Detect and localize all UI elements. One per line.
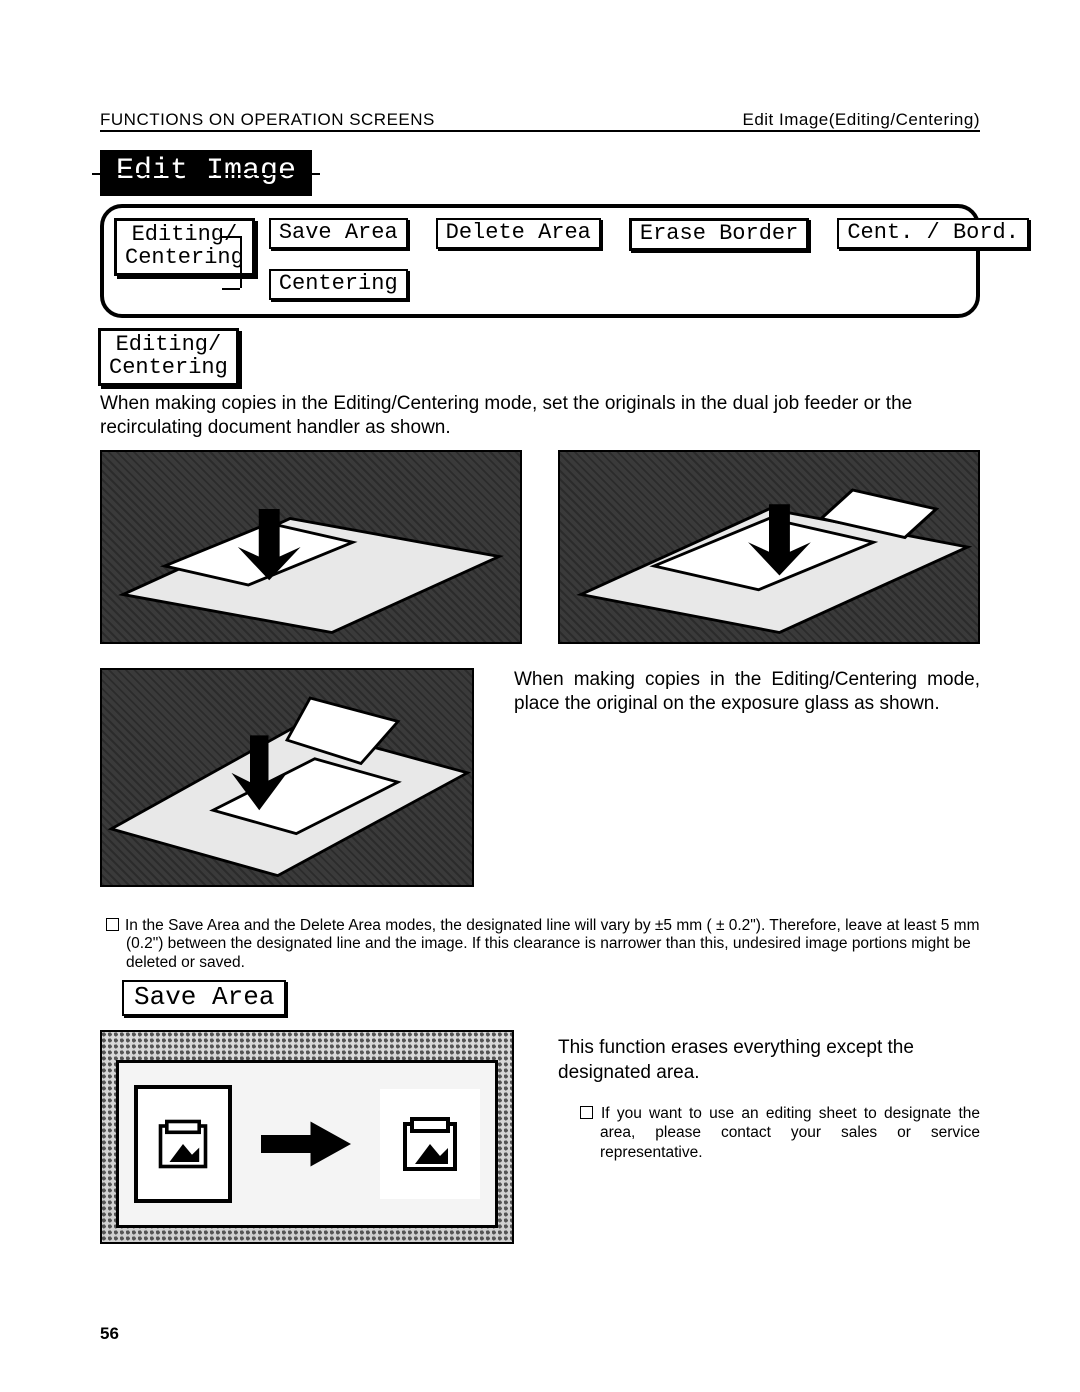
button-cent-bord[interactable]: Cent. / Bord.	[837, 218, 1029, 249]
save-area-description: This function erases everything except t…	[558, 1036, 980, 1085]
tab-edit-image: Edit Image	[100, 132, 980, 196]
intro-paragraph: When making copies in the Editing/Center…	[100, 392, 980, 440]
section-label-editing-centering: Editing/ Centering	[98, 328, 980, 386]
save-area-section: Save Area	[100, 1000, 980, 1244]
illustration-dual-job-feeder	[100, 450, 522, 644]
illustration-recirculating-handler	[558, 450, 980, 644]
after-image-icon	[380, 1089, 480, 1199]
button-row-bottom: Centering	[269, 269, 1029, 300]
button-erase-border[interactable]: Erase Border	[629, 218, 809, 251]
arrow-icon	[261, 1117, 351, 1171]
save-area-label-wrap: Save Area	[100, 1000, 514, 1030]
save-area-right: This function erases everything except t…	[558, 1000, 980, 1162]
save-area-left: Save Area	[100, 1000, 514, 1244]
page-header: FUNCTIONS ON OPERATION SCREENS Edit Imag…	[100, 110, 980, 132]
save-area-illustration	[100, 1030, 514, 1244]
button-delete-area[interactable]: Delete Area	[436, 218, 601, 249]
before-image-icon	[134, 1085, 232, 1203]
clearance-note: In the Save Area and the Delete Area mod…	[100, 917, 980, 973]
exposure-glass-paragraph: When making copies in the Editing/Center…	[514, 668, 980, 717]
clearance-note-text: In the Save Area and the Delete Area mod…	[125, 917, 980, 971]
button-save-area[interactable]: Save Area	[269, 218, 408, 249]
options-panel: Editing/ Centering Save Area Delete Area…	[100, 204, 980, 318]
feeder-illustrations	[100, 450, 980, 644]
side-column: Editing/ Centering	[114, 218, 255, 276]
button-area: Save Area Delete Area Erase Border Cent.…	[269, 218, 1029, 300]
manual-page: FUNCTIONS ON OPERATION SCREENS Edit Imag…	[0, 0, 1080, 1392]
mode-button-editing-centering[interactable]: Editing/ Centering	[114, 218, 255, 276]
header-left: FUNCTIONS ON OPERATION SCREENS	[100, 110, 435, 130]
tab-label: Edit Image	[100, 150, 312, 196]
illustration-exposure-glass	[100, 668, 474, 887]
save-area-label: Save Area	[122, 980, 286, 1016]
page-number: 56	[100, 1324, 119, 1344]
save-area-note-text: If you want to use an editing sheet to d…	[600, 1105, 980, 1161]
bullet-icon	[106, 918, 119, 931]
button-row-top: Save Area Delete Area Erase Border Cent.…	[269, 218, 1029, 251]
button-centering[interactable]: Centering	[269, 269, 408, 300]
save-area-note: If you want to use an editing sheet to d…	[558, 1104, 980, 1162]
section-label-text: Editing/ Centering	[98, 328, 239, 386]
exposure-glass-row: When making copies in the Editing/Center…	[100, 668, 980, 887]
header-right: Edit Image(Editing/Centering)	[742, 110, 980, 130]
bullet-icon	[580, 1106, 593, 1119]
save-area-inner	[116, 1060, 498, 1228]
